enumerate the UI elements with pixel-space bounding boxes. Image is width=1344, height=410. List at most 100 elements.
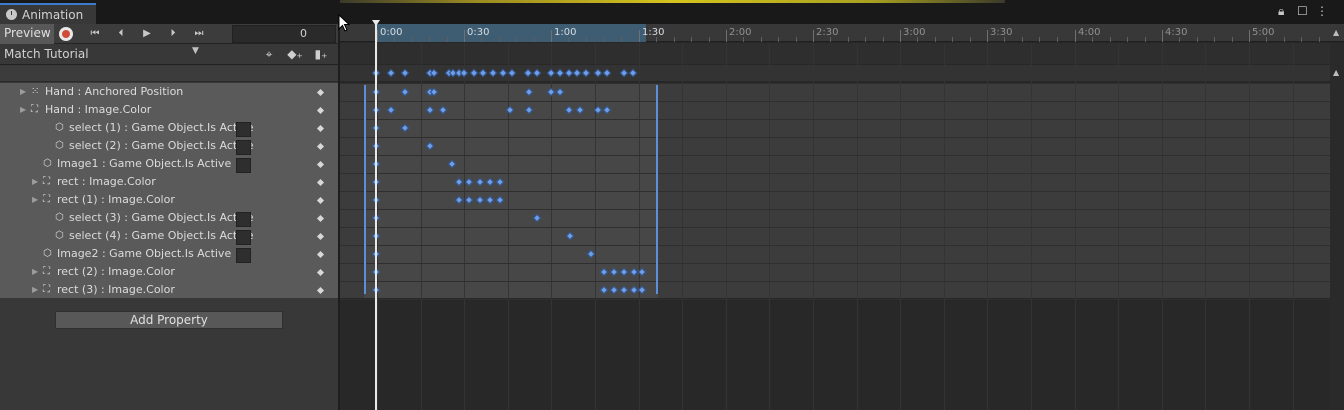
property-row[interactable]: ▶ ⛶ rect : Image.Color: [0, 173, 338, 191]
more-options-icon[interactable]: ⋮: [1316, 5, 1328, 17]
tab-animation[interactable]: Animation: [0, 3, 96, 24]
maximize-icon[interactable]: ☐: [1297, 5, 1308, 17]
ruler-label: 1:30: [642, 27, 665, 38]
keyframe-dot-icon[interactable]: [316, 250, 325, 259]
add-keyframe-icon[interactable]: ◆₊: [285, 46, 305, 64]
add-keyframe-target-icon[interactable]: ⌖: [259, 46, 279, 64]
property-label: Image1 : Game Object.Is Active: [57, 157, 232, 170]
ruler-minor-tick: [621, 37, 622, 42]
ruler-major-tick: [1075, 30, 1076, 42]
next-key-button[interactable]: ⏵: [161, 25, 185, 43]
row-divider: [340, 119, 1330, 120]
ruler-minor-tick: [935, 37, 936, 42]
keyframe-dot-icon[interactable]: [316, 142, 325, 151]
active-checkbox[interactable]: [236, 140, 251, 155]
ruler-minor-tick: [1039, 37, 1040, 42]
add-property-button[interactable]: Add Property: [55, 311, 283, 329]
cube-icon: ⬡: [55, 122, 64, 133]
ruler-label: 5:00: [1252, 27, 1275, 38]
expand-arrow-icon[interactable]: ▶: [32, 281, 38, 299]
ruler-major-tick: [726, 30, 727, 42]
ruler-minor-tick: [603, 37, 604, 42]
ruler-major-tick: [900, 30, 901, 42]
expand-arrow-icon[interactable]: ▶: [20, 83, 26, 101]
cube-icon: ⬡: [55, 230, 64, 241]
prev-key-button[interactable]: ⏴: [109, 25, 133, 43]
property-row[interactable]: ▶ ⁙ Hand : Anchored Position: [0, 83, 338, 101]
playhead-handle[interactable]: [372, 20, 380, 26]
property-row[interactable]: ⬡ Image2 : Game Object.Is Active: [0, 245, 338, 263]
row-divider: [340, 155, 1330, 156]
property-row[interactable]: ⬡ select (3) : Game Object.Is Active: [0, 209, 338, 227]
chevron-down-icon[interactable]: ▼: [192, 46, 199, 56]
add-event-icon[interactable]: ▮₊: [311, 46, 331, 64]
property-row[interactable]: ▶ ⛶ Hand : Image.Color: [0, 101, 338, 119]
keyframe-dot-icon[interactable]: [316, 196, 325, 205]
keyframe-dot-icon[interactable]: [316, 88, 325, 97]
ruler-label: 4:00: [1078, 27, 1101, 38]
scroll-arrow-icon[interactable]: ▲: [1333, 68, 1339, 77]
preview-button[interactable]: Preview: [0, 24, 54, 44]
keyframe-dot-icon[interactable]: [316, 286, 325, 295]
keyframe-dot-icon[interactable]: [316, 214, 325, 223]
property-row[interactable]: ⬡ select (2) : Game Object.Is Active: [0, 137, 338, 155]
ruler-minor-tick: [1004, 37, 1005, 42]
ruler-minor-tick: [883, 37, 884, 42]
cube-icon: ⬡: [55, 140, 64, 151]
property-row[interactable]: ▶ ⛶ rect (2) : Image.Color: [0, 263, 338, 281]
mouse-cursor-icon: [338, 14, 351, 32]
ruler-label: 0:00: [380, 27, 403, 38]
active-checkbox[interactable]: [236, 230, 251, 245]
playhead[interactable]: [375, 24, 377, 410]
ruler-minor-tick: [970, 37, 971, 42]
row-divider: [340, 281, 1330, 282]
ruler-minor-tick: [1127, 37, 1128, 42]
property-row[interactable]: ⬡ select (1) : Game Object.Is Active: [0, 119, 338, 137]
ruler-minor-tick: [1092, 37, 1093, 42]
vertical-scrollbar[interactable]: [1330, 43, 1344, 410]
range-start-bar[interactable]: [364, 85, 366, 294]
record-button[interactable]: [59, 27, 73, 41]
clip-dropdown[interactable]: Match Tutorial: [0, 45, 207, 64]
clip-range-highlight: [376, 24, 646, 42]
property-row[interactable]: ▶ ⛶ rect (1) : Image.Color: [0, 191, 338, 209]
ruler-minor-tick: [412, 37, 413, 42]
lock-icon[interactable]: 🔒︎: [1278, 5, 1284, 17]
ruler-minor-tick: [865, 37, 866, 42]
property-row[interactable]: ⬡ select (4) : Game Object.Is Active: [0, 227, 338, 245]
active-checkbox[interactable]: [236, 122, 251, 137]
property-row[interactable]: ▶ ⛶ rect (3) : Image.Color: [0, 281, 338, 299]
range-end-bar[interactable]: [656, 85, 658, 294]
ruler-minor-tick: [1284, 37, 1285, 42]
property-row[interactable]: ⬡ Image1 : Game Object.Is Active: [0, 155, 338, 173]
ruler-label: 3:30: [990, 27, 1013, 38]
keyframe-dot-icon[interactable]: [316, 160, 325, 169]
expand-arrow-icon[interactable]: ▶: [32, 173, 38, 191]
first-key-button[interactable]: ⏮: [83, 25, 107, 43]
ruler-minor-tick: [1232, 37, 1233, 42]
expand-arrow-icon[interactable]: ▶: [20, 101, 26, 119]
keyframe-dot-icon[interactable]: [316, 106, 325, 115]
play-button[interactable]: ▶: [135, 25, 159, 43]
last-key-button[interactable]: ⏭: [187, 25, 211, 43]
property-label: select (3) : Game Object.Is Active: [69, 211, 254, 224]
move-icon: ⁙: [31, 86, 40, 97]
active-checkbox[interactable]: [236, 248, 251, 263]
ruler-minor-tick: [709, 37, 710, 42]
property-label: select (4) : Game Object.Is Active: [69, 229, 254, 242]
scroll-up-icon[interactable]: ▲: [1333, 28, 1339, 37]
frame-input[interactable]: 0: [232, 25, 336, 43]
image-icon: ⛶: [43, 266, 50, 277]
active-checkbox[interactable]: [236, 158, 251, 173]
keyframe-dot-icon[interactable]: [316, 232, 325, 241]
expand-arrow-icon[interactable]: ▶: [32, 191, 38, 209]
event-strip: [340, 43, 1344, 64]
active-checkbox[interactable]: [236, 212, 251, 227]
expand-arrow-icon[interactable]: ▶: [32, 263, 38, 281]
property-label: select (2) : Game Object.Is Active: [69, 139, 254, 152]
image-icon: ⛶: [43, 176, 50, 187]
ruler-label: 2:30: [816, 27, 839, 38]
keyframe-dot-icon[interactable]: [316, 178, 325, 187]
keyframe-dot-icon[interactable]: [316, 268, 325, 277]
keyframe-dot-icon[interactable]: [316, 124, 325, 133]
